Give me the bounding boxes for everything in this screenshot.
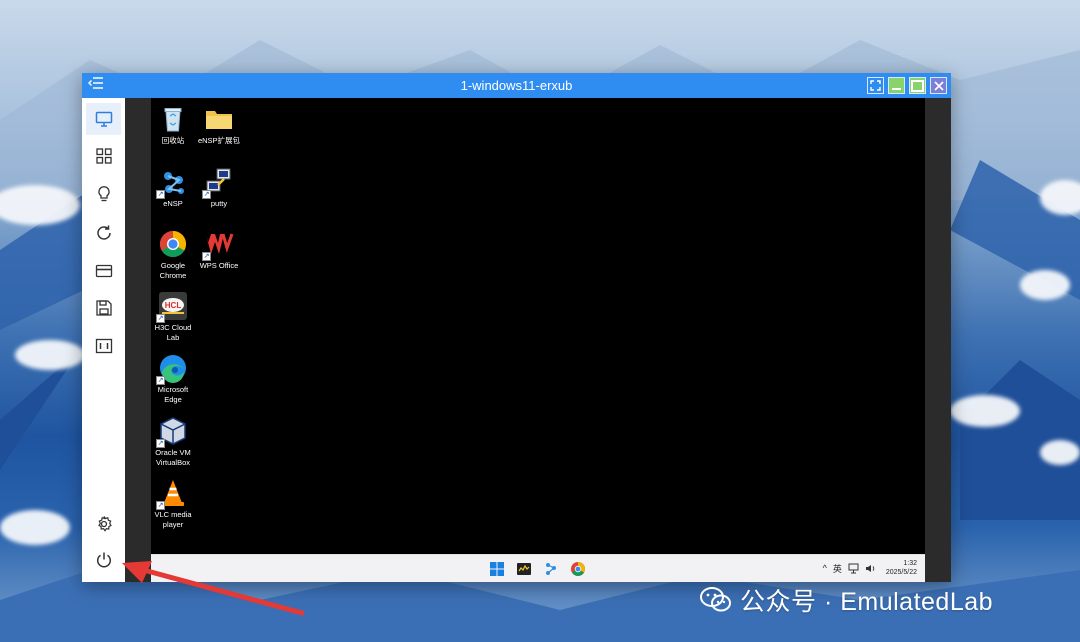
gear-icon[interactable] (86, 508, 121, 540)
shortcut-arrow-icon: ↗ (156, 314, 165, 323)
desktop-icon-vlc[interactable]: ↗ VLC media player (148, 478, 198, 530)
virtualbox-icon: ↗ (156, 416, 188, 448)
cloud (1040, 440, 1080, 465)
fullscreen-icon[interactable] (867, 77, 884, 94)
taskbar-clock[interactable]: 1:32 2025/5/22 (886, 559, 917, 577)
clock-time: 1:32 (903, 560, 917, 567)
window-title: 1-windows11-erxub (460, 78, 573, 93)
svg-text:HCL: HCL (165, 301, 182, 310)
chrome-icon (158, 229, 188, 259)
vlc-icon: ↗ (156, 478, 188, 510)
shortcut-arrow-icon: ↗ (202, 252, 211, 261)
monitor-icon[interactable] (86, 103, 121, 135)
cloud (0, 510, 70, 545)
wps-office-icon: ↗ (202, 229, 234, 261)
remote-desktop[interactable]: 回收站 eNSP扩展包 ↗ eNSP ↗ putty Google Chrome… (151, 98, 925, 554)
desktop-icon-label: eNSP扩展包 (197, 136, 241, 145)
shortcut-arrow-icon: ↗ (202, 190, 211, 199)
desktop-icon-label: Google Chrome (159, 261, 187, 280)
volume-icon[interactable] (865, 563, 876, 574)
desktop-icon-h3c-cloud-lab[interactable]: HCL ↗ H3C Cloud Lab (148, 291, 198, 343)
grid-icon[interactable] (86, 140, 121, 172)
recycle-bin-icon (158, 104, 188, 134)
ensp-icon: ↗ (156, 167, 188, 199)
shortcut-arrow-icon: ↗ (156, 190, 165, 199)
h3c-cloud-lab-icon: HCL ↗ (156, 291, 188, 323)
save-icon[interactable] (86, 292, 121, 324)
cloud (15, 340, 85, 370)
desktop-icon-microsoft-edge[interactable]: ↗ Microsoft Edge (148, 353, 198, 405)
maximize-icon[interactable] (909, 77, 926, 94)
ime-indicator[interactable]: 英 (833, 562, 842, 575)
ensp-app-icon[interactable] (542, 560, 559, 577)
window-controls (867, 77, 947, 94)
watermark: 公众号 · EmulatedLab (700, 583, 993, 617)
side-toolbar (82, 98, 125, 582)
minimize-icon[interactable] (888, 77, 905, 94)
desktop-icon-label: H3C Cloud Lab (154, 323, 192, 342)
watermark-text: 公众号 · EmulatedLab (740, 588, 994, 616)
system-tray: ^ 英 1:32 2025/5/22 (823, 559, 917, 577)
desktop-icon-virtualbox[interactable]: ↗ Oracle VM VirtualBox (148, 416, 198, 468)
taskbar-apps (488, 560, 586, 577)
desktop-icon-label: VLC media player (154, 510, 192, 529)
putty-icon: ↗ (202, 167, 234, 199)
chrome-icon[interactable] (569, 560, 586, 577)
ratio-1-1-icon[interactable] (86, 330, 121, 362)
desktop-icon-google-chrome[interactable]: Google Chrome (148, 229, 198, 281)
desktop-icon-putty[interactable]: ↗ putty (194, 167, 244, 209)
edge-icon: ↗ (156, 353, 188, 385)
cloud (950, 395, 1020, 427)
desktop-icon-label: 回收站 (161, 136, 185, 145)
shortcut-arrow-icon: ↗ (156, 439, 165, 448)
annotation-arrow (122, 561, 305, 616)
tray-chevron-icon[interactable]: ^ (823, 563, 827, 573)
window-titlebar[interactable]: 1-windows11-erxub (82, 73, 951, 98)
desktop-icon-label: eNSP (163, 199, 183, 208)
refresh-icon[interactable] (86, 217, 121, 249)
lightbulb-icon[interactable] (86, 178, 121, 210)
network-icon[interactable] (848, 563, 859, 574)
clock-date: 2025/5/22 (885, 569, 917, 576)
desktop-icon-label: Oracle VM VirtualBox (155, 448, 191, 467)
desktop-icon-ensp[interactable]: ↗ eNSP (148, 167, 198, 209)
folder-icon (204, 104, 234, 134)
windows-start-icon[interactable] (488, 560, 505, 577)
wechat-logo-icon (700, 587, 731, 612)
desktop-icon-recycle-bin[interactable]: 回收站 (148, 104, 198, 146)
shortcut-arrow-icon: ↗ (156, 376, 165, 385)
close-icon[interactable] (930, 77, 947, 94)
desktop-icon-ensp-pack[interactable]: eNSP扩展包 (194, 104, 244, 146)
shortcut-arrow-icon: ↗ (156, 501, 165, 510)
cloud (1020, 270, 1070, 300)
desktop-icon-wps-office[interactable]: ↗ WPS Office (194, 229, 244, 271)
desktop-icon-label: WPS Office (199, 261, 239, 270)
card-icon[interactable] (86, 255, 121, 287)
remote-desktop-window: 1-windows11-erxub 回收站 eNSP扩展包 ↗ eNSP ↗ p… (82, 73, 951, 582)
terminal-app-icon[interactable] (515, 560, 532, 577)
desktop-icon-label: putty (210, 199, 228, 208)
desktop-icon-label: Microsoft Edge (157, 385, 189, 404)
